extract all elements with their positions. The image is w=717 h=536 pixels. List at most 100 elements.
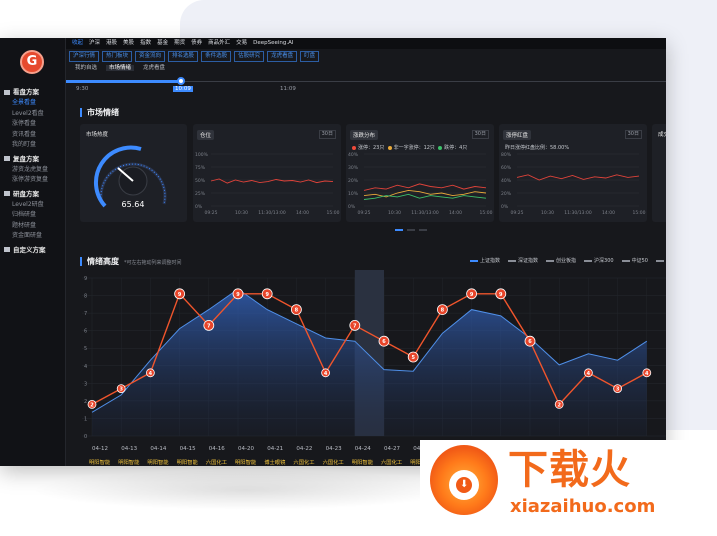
stock-name: 明阳智能	[89, 458, 111, 466]
x-tick-label: 10:30	[235, 210, 248, 216]
date-label: 04-12	[92, 446, 108, 452]
height-point-label: 2	[557, 402, 561, 408]
index-legend-item[interactable]: 大	[655, 258, 666, 264]
y-tick-label: 0%	[501, 204, 509, 210]
index-legend-item[interactable]: 上证指数	[470, 258, 500, 264]
top-menu-item[interactable]: 沪深	[89, 40, 100, 46]
x-tick-label: 15:00	[633, 210, 646, 216]
index-legend-item[interactable]: 深证指数	[508, 258, 538, 264]
position-card: 仓位 30日 100% 75% 50% 25% 0% 09:25 10:30 11:30/13…	[193, 124, 341, 222]
sidebar-group-label: 看盘方案	[13, 88, 39, 96]
top-menu-item[interactable]: 基金	[157, 40, 168, 46]
y-tick-label: 9	[84, 276, 87, 282]
carousel-dot-1[interactable]	[395, 229, 403, 231]
sidebar-item[interactable]: 资讯看盘	[12, 129, 36, 138]
height-point-label: 9	[470, 292, 474, 298]
time-slider-handle[interactable]	[177, 77, 185, 85]
subnav-button[interactable]: 估股研究	[234, 51, 265, 62]
market-heat-card: 市场热度 65.64	[80, 124, 187, 222]
x-tick-label: 15:00	[480, 210, 493, 216]
stock-name: 明阳智能	[352, 458, 374, 466]
emotion-height-note: *可左右拖动列来调整时间	[124, 260, 182, 266]
date-label: 04-27	[384, 446, 400, 452]
top-menu-item[interactable]: 商品外汇	[208, 40, 230, 46]
index-legend-item[interactable]: 创业板指	[546, 258, 576, 264]
sidebar-item[interactable]: 游资龙虎复盘	[12, 164, 48, 173]
sidebar-group-2[interactable]: 研盘方案	[4, 188, 39, 198]
tab-0[interactable]: 我的自选	[72, 65, 100, 71]
sidebar-item[interactable]: 归档研盘	[12, 209, 36, 218]
carousel-dot-2[interactable]	[407, 229, 415, 231]
legend-swatch	[470, 259, 478, 262]
top-menu-item[interactable]: 港股	[106, 40, 117, 46]
sub-navigation: 沪深行情 热门板块 资金流向 排名选股 条件选股 估股研究 龙虎看盘 盯盘	[66, 50, 320, 62]
height-point-label: 6	[528, 339, 532, 345]
sidebar-item[interactable]: 题材研盘	[12, 220, 36, 229]
sidebar-group-icon	[4, 191, 10, 196]
series-line	[363, 193, 487, 200]
rise-fall-chart: 40% 30% 20% 10% 0%09:25 10:30 11:30/13:00 14:00…	[348, 152, 493, 216]
app-logo[interactable]: G	[20, 50, 44, 74]
y-tick-label: 0%	[348, 204, 356, 210]
sidebar-group-3[interactable]: 自定义方案	[4, 244, 46, 254]
sidebar-group-1[interactable]: 复盘方案	[4, 153, 39, 163]
x-tick-label: 11:30/13:00	[411, 210, 439, 216]
y-tick-label: 80%	[501, 152, 512, 158]
x-tick-label: 10:30	[388, 210, 401, 216]
top-menu-item[interactable]: DeepSeeing.AI	[253, 40, 293, 46]
height-point-label: 4	[324, 371, 328, 377]
subnav-button[interactable]: 龙虎看盘	[267, 51, 298, 62]
sidebar-item[interactable]: 资金面研盘	[12, 230, 42, 239]
tab-2[interactable]: 龙虎看盘	[140, 65, 168, 71]
time-slider[interactable]: 9:30 10:09 11:09	[66, 74, 666, 94]
y-tick-label: 1	[84, 416, 87, 422]
download-arrow-icon: ⬇	[460, 479, 469, 490]
y-tick-label: 10%	[348, 191, 359, 197]
sidebar-item[interactable]: 涨停看盘	[12, 118, 36, 127]
subnav-button[interactable]: 盯盘	[300, 51, 320, 62]
sidebar-item[interactable]: Level2看盘	[12, 108, 44, 117]
sidebar-item[interactable]: Level2研盘	[12, 199, 44, 208]
volume-title: 成交	[658, 132, 666, 138]
subnav-button[interactable]: 条件选股	[201, 51, 232, 62]
subnav-button[interactable]: 排名选股	[168, 51, 199, 62]
index-legend-item[interactable]: 中证50	[621, 258, 648, 264]
subnav-button[interactable]: 资金流向	[135, 51, 166, 62]
legend-label: 创业板指	[556, 258, 577, 264]
sidebar-group-icon	[4, 156, 10, 161]
top-menu-item[interactable]: 美股	[123, 40, 134, 46]
index-legend-item[interactable]: 沪深300	[584, 258, 614, 264]
y-tick-label: 75%	[195, 165, 206, 171]
top-menu-item[interactable]: 期货	[174, 40, 185, 46]
subnav-button[interactable]: 热门板块	[102, 51, 133, 62]
top-menu-item[interactable]: 债券	[191, 40, 202, 46]
y-tick-label: 0%	[195, 204, 203, 210]
height-point-label: 6	[382, 339, 386, 345]
market-heat-gauge: 65.64	[94, 145, 167, 209]
top-menu-item[interactable]: 交易	[236, 40, 247, 46]
sidebar-item[interactable]: 我的盯盘	[12, 139, 36, 148]
top-menu-item[interactable]: 指数	[140, 40, 151, 46]
tab-1[interactable]: 市场情绪	[106, 65, 135, 71]
top-menu-item[interactable]: 收起	[72, 40, 83, 46]
y-tick-label: 3	[84, 381, 87, 387]
y-tick-label: 100%	[195, 152, 209, 158]
y-tick-label: 8	[84, 294, 87, 300]
subnav-button[interactable]: 沪深行情	[69, 51, 100, 62]
market-sentiment-title: 市场情绪	[80, 108, 119, 117]
tab-row: 我的自选 市场情绪 龙虎看盘	[66, 63, 168, 72]
carousel-dot-3[interactable]	[419, 229, 427, 231]
sidebar-item[interactable]: 全景看盘	[12, 97, 36, 106]
x-tick-label: 15:00	[327, 210, 340, 216]
y-tick-label: 40%	[501, 178, 512, 184]
watermark-en: xiazaihuo.com	[510, 496, 656, 517]
app-window: G 看盘方案 全景看盘 Level2看盘 涨停看盘资讯看盘 我的盯盘复盘方案 游资龙虎复盘…	[0, 38, 666, 466]
y-tick-label: 4	[84, 364, 87, 370]
height-point-label: 9	[265, 292, 269, 298]
legend-swatch	[508, 259, 517, 262]
legend-swatch	[655, 259, 664, 262]
y-tick-label: 30%	[348, 165, 359, 171]
series-line	[210, 178, 334, 184]
sidebar-group-0[interactable]: 看盘方案	[4, 86, 39, 96]
sidebar-item[interactable]: 涨停游资复盘	[12, 174, 48, 183]
